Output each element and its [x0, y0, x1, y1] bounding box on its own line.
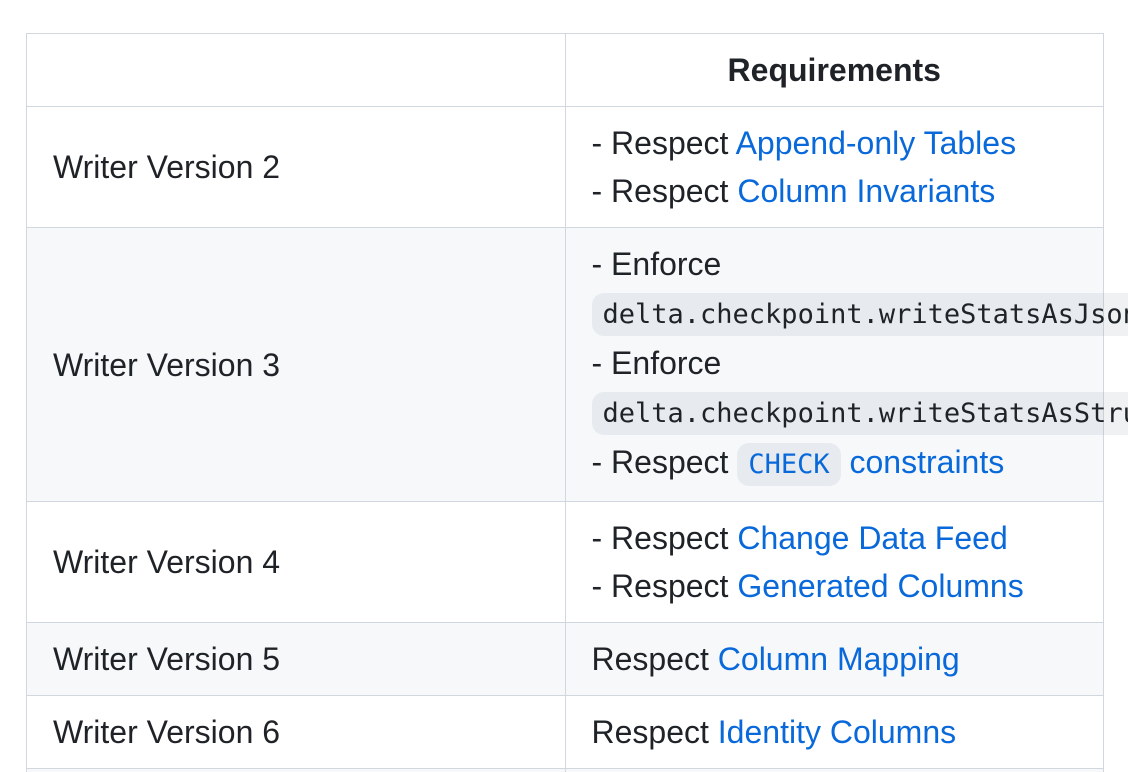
requirement-text: Respect [592, 641, 718, 677]
table-row: Writer Version 3 - Enforce delta.checkpoi… [27, 228, 1104, 502]
table-row: Writer Version 4- Respect Change Data Fe… [27, 502, 1104, 623]
header-cell-requirements: Requirements [565, 34, 1104, 107]
requirement-line: - Respect CHECK constraints [592, 438, 1078, 489]
inline-code: delta.checkpoint.writeStatsAsStruct [592, 392, 1128, 435]
requirement-link[interactable]: Column Mapping [718, 641, 960, 677]
table-row: Writer Version 6 Respect Identity Columns [27, 696, 1104, 769]
requirement-line: - Enforce delta.checkpoint.writeStatsAsJ… [592, 240, 1078, 339]
header-cell-version [27, 34, 566, 107]
requirements-cell: Respect Identity Columns [565, 696, 1104, 769]
requirement-link[interactable]: Column Invariants [737, 173, 995, 209]
requirement-line: - Respect Change Data Feed [592, 514, 1078, 562]
writer-requirements-table: Requirements Writer Version 2- Respect A… [26, 33, 1104, 772]
requirement-link[interactable]: Identity Columns [718, 714, 956, 750]
requirements-cell: - Enforce delta.checkpoint.writeStatsAsJ… [565, 228, 1104, 502]
requirement-line: - Respect Generated Columns [592, 562, 1078, 610]
requirement-link[interactable]: Generated Columns [737, 568, 1023, 604]
requirements-cell: - Respect Change Data Feed- Respect Gene… [565, 502, 1104, 623]
table-row: Writer Version 5 Respect Column Mapping [27, 623, 1104, 696]
requirement-text: - Respect [592, 173, 738, 209]
requirements-cell: - Respect Append-only Tables- Respect Co… [565, 107, 1104, 228]
writer-version-cell: Writer Version 2 [27, 107, 566, 228]
table-row: Writer Version 2- Respect Append-only Ta… [27, 107, 1104, 228]
table-header-row: Requirements [27, 34, 1104, 107]
requirement-text: - Enforce [592, 345, 722, 381]
requirement-line: Respect Column Mapping [592, 635, 1078, 683]
requirement-text: - Respect [592, 520, 738, 556]
requirement-code-link[interactable]: CHECK [737, 444, 840, 480]
requirement-text: - Respect [592, 568, 738, 604]
requirements-cell: Respect Column Mapping [565, 623, 1104, 696]
requirement-text: - Respect [592, 125, 736, 161]
requirements-cell: Respect Table Features for writers [565, 769, 1104, 772]
writer-version-cell: Writer Version 5 [27, 623, 566, 696]
writer-version-cell: Writer Version 7 [27, 769, 566, 772]
requirement-line: Respect Identity Columns [592, 708, 1078, 756]
requirement-line: - Enforce delta.checkpoint.writeStatsAsS… [592, 339, 1078, 438]
requirement-link[interactable]: constraints [841, 444, 1005, 480]
requirement-text: - Respect [592, 444, 738, 480]
writer-version-cell: Writer Version 3 [27, 228, 566, 502]
requirement-line: - Respect Column Invariants [592, 167, 1078, 215]
inline-code-link[interactable]: CHECK [737, 443, 840, 486]
requirement-link[interactable]: Change Data Feed [737, 520, 1007, 556]
inline-code: delta.checkpoint.writeStatsAsJson [592, 293, 1128, 336]
table-row: Writer Version 7Respect Table Features f… [27, 769, 1104, 772]
writer-version-cell: Writer Version 6 [27, 696, 566, 769]
requirement-text: - Enforce [592, 246, 722, 282]
requirement-line: - Respect Append-only Tables [592, 119, 1078, 167]
writer-version-cell: Writer Version 4 [27, 502, 566, 623]
requirement-link[interactable]: Append-only Tables [736, 125, 1017, 161]
document-page: Requirements Writer Version 2- Respect A… [0, 0, 1128, 772]
requirement-text: Respect [592, 714, 718, 750]
